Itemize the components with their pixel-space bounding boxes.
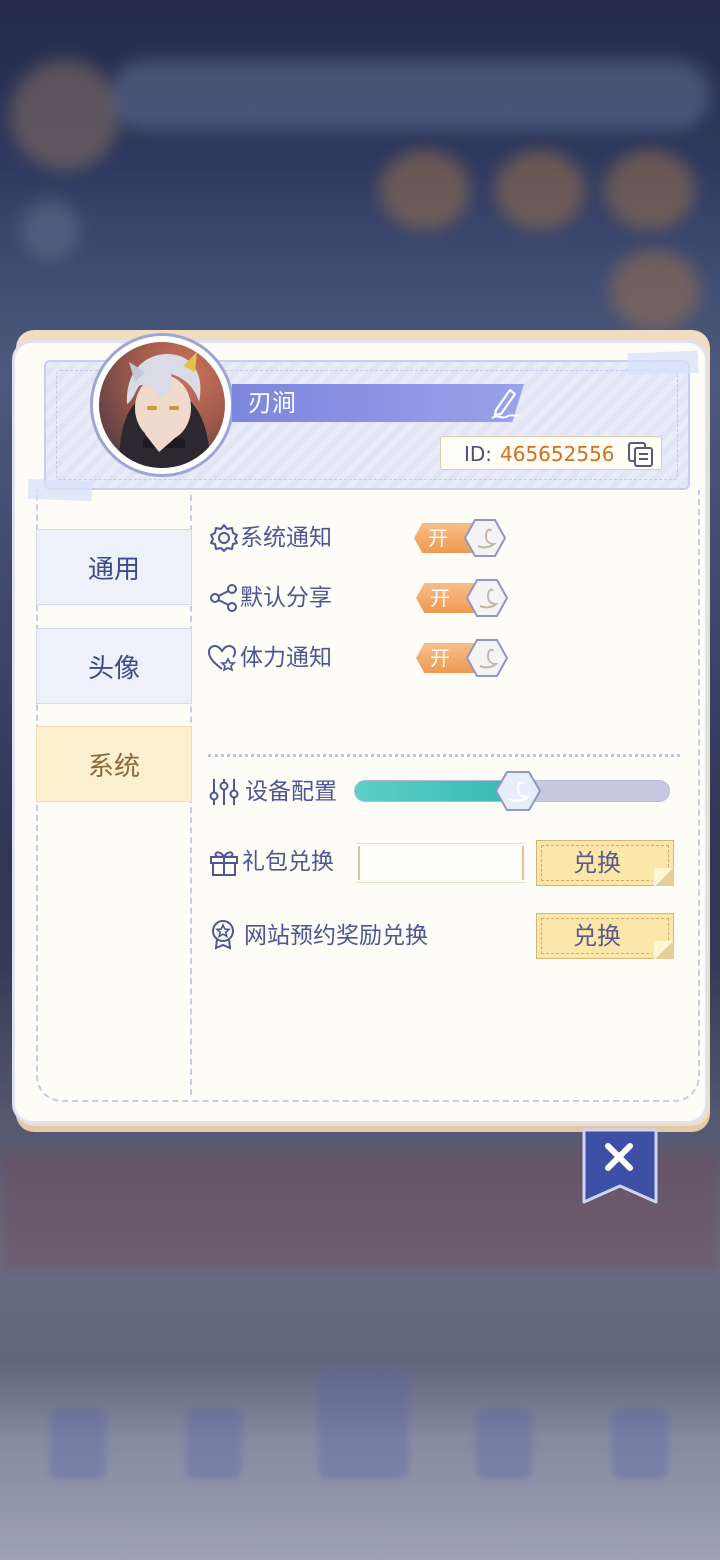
avatar[interactable] — [90, 333, 234, 477]
website-reward-redeem-button[interactable]: 兑换 — [536, 913, 674, 959]
gift-code-redeem-button[interactable]: 兑换 — [536, 840, 674, 886]
system-notification-toggle[interactable]: 开 — [414, 518, 506, 558]
player-name: 刃涧 — [248, 389, 296, 417]
tab-system-label: 系统 — [87, 751, 140, 782]
default-share-label: 默认分享 — [240, 585, 332, 611]
stamina-notification-toggle[interactable]: 开 — [416, 638, 508, 678]
tape-decoration — [627, 350, 699, 376]
heart-icon — [207, 644, 237, 672]
tab-general[interactable]: 通用 — [36, 529, 192, 605]
toggle-state-label: 开 — [428, 526, 448, 550]
gift-icon — [210, 851, 238, 876]
device-config-label: 设备配置 — [245, 779, 337, 805]
section-divider — [208, 754, 680, 757]
id-label: ID: — [464, 442, 493, 466]
redeem-button-label: 兑换 — [573, 922, 621, 950]
tape-decoration — [27, 478, 93, 502]
swan-knob-icon — [466, 639, 508, 677]
close-button[interactable] — [582, 1128, 658, 1204]
avatar-portrait — [99, 342, 225, 468]
redeem-button-label: 兑换 — [573, 849, 621, 877]
edit-name-icon[interactable] — [488, 384, 522, 420]
copy-id-icon[interactable] — [626, 440, 656, 468]
swan-knob-icon — [466, 579, 508, 617]
website-reward-label: 网站预约奖励兑换 — [244, 923, 428, 949]
tab-avatar[interactable]: 头像 — [36, 628, 192, 704]
system-notification-label: 系统通知 — [240, 525, 332, 551]
close-icon — [582, 1128, 658, 1204]
default-share-toggle[interactable]: 开 — [416, 578, 508, 618]
tab-general-label: 通用 — [87, 554, 140, 585]
swan-slider-knob-icon[interactable] — [495, 770, 542, 812]
toggle-state-label: 开 — [430, 646, 450, 670]
swan-knob-icon — [464, 519, 506, 557]
share-icon — [210, 584, 237, 612]
gift-code-input[interactable] — [358, 846, 524, 880]
tab-system[interactable]: 系统 — [36, 726, 192, 802]
stamina-notification-label: 体力通知 — [240, 645, 332, 671]
gear-icon — [210, 524, 238, 552]
gift-code-label: 礼包兑换 — [242, 849, 334, 875]
sliders-icon — [209, 779, 239, 805]
tab-avatar-label: 头像 — [87, 653, 140, 684]
slider-fill — [355, 781, 519, 801]
toggle-state-label: 开 — [430, 586, 450, 610]
player-id: 465652556 — [500, 442, 615, 466]
badge-icon — [212, 920, 234, 950]
